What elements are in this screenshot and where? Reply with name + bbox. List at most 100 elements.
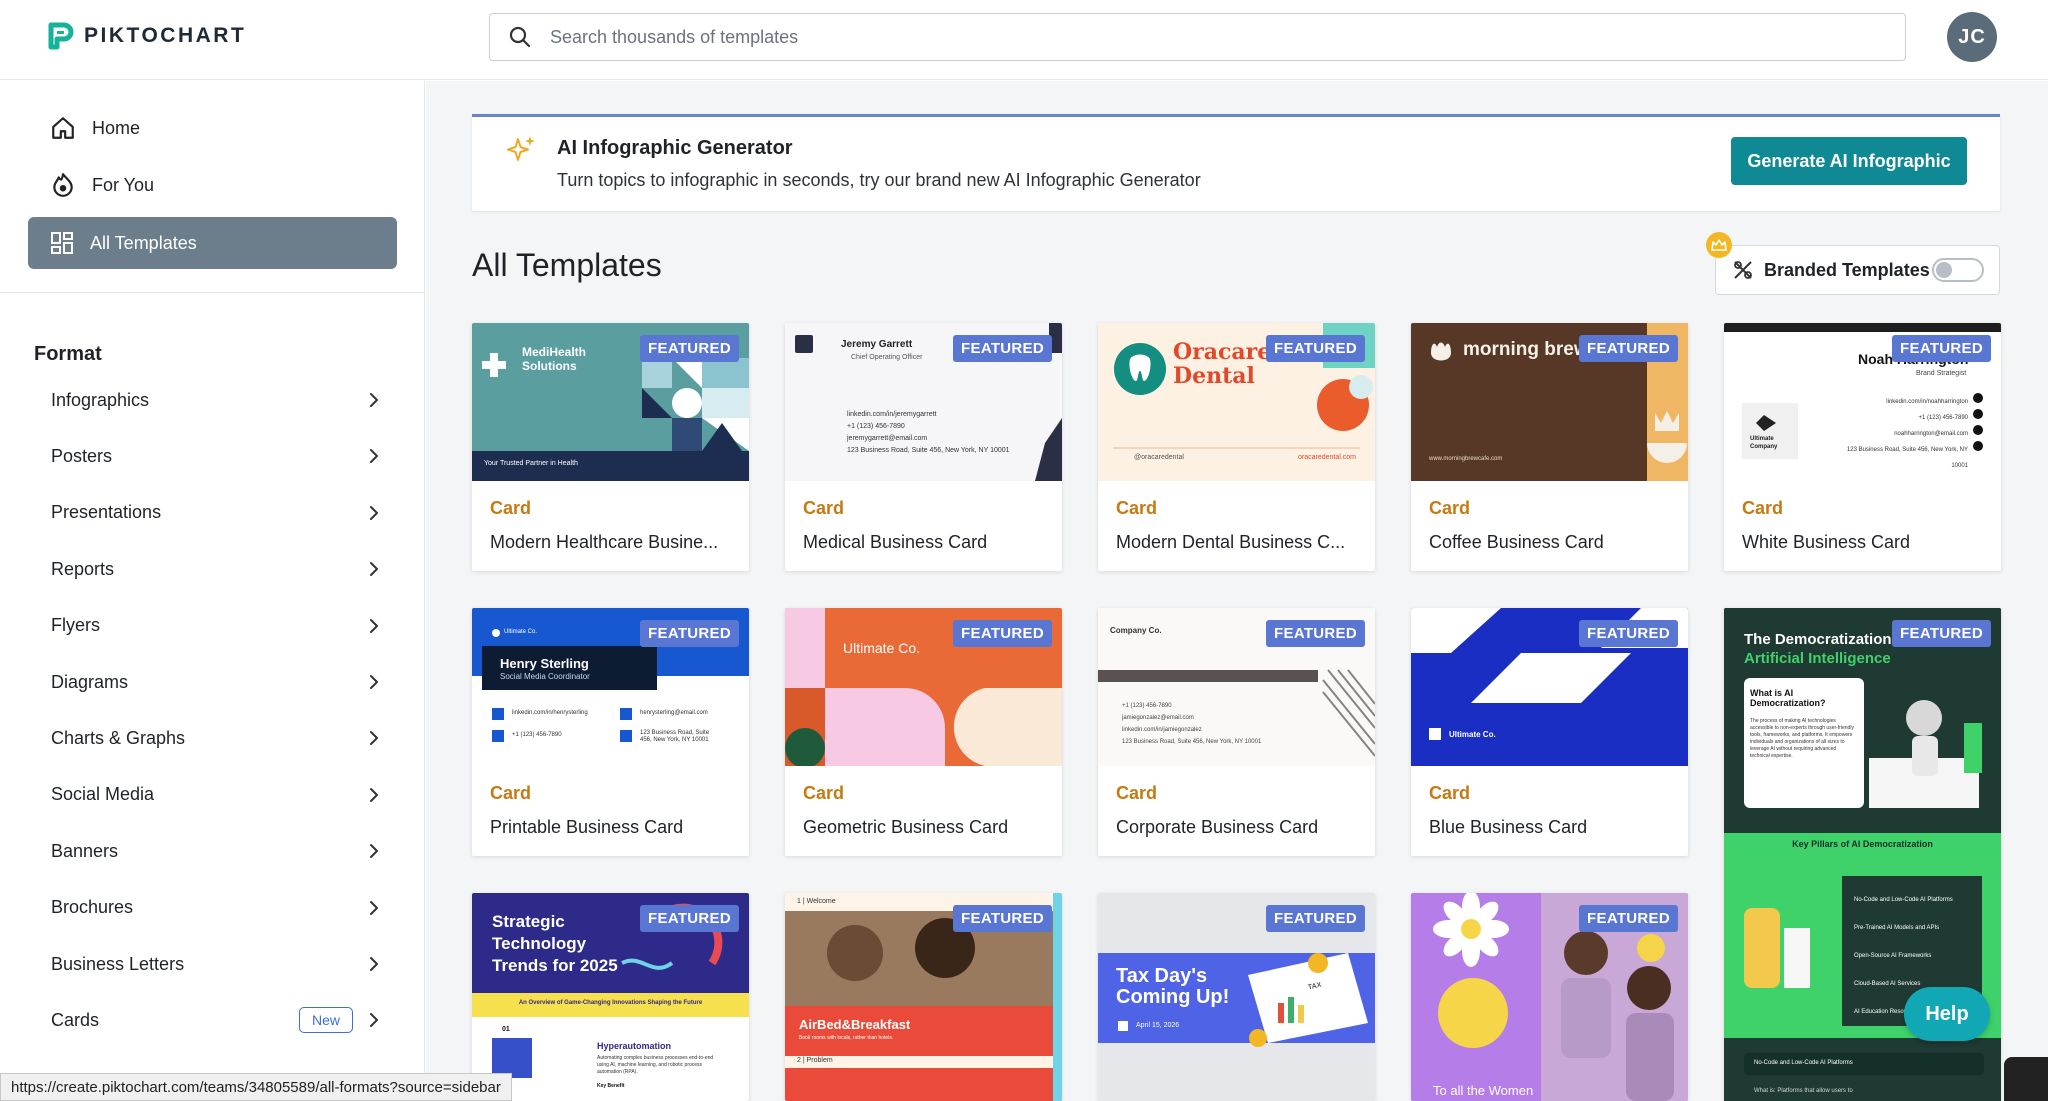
branded-toggle-switch[interactable]: [1932, 258, 1984, 282]
format-item-diagrams[interactable]: Diagrams: [51, 662, 381, 702]
thumbnail-section: What is: Platforms that allow users to: [1754, 1088, 1853, 1094]
template-thumbnail: Ultimate Co. Henry Sterling Social Media…: [472, 608, 749, 766]
search-input[interactable]: [550, 15, 1905, 59]
template-card[interactable]: Ultimate Co. FEATURED Card Blue Business…: [1411, 608, 1688, 856]
template-card[interactable]: Jeremy Garrett Chief Operating Officer l…: [785, 323, 1062, 571]
thumbnail-site: www.morningbrewcafe.com: [1429, 456, 1503, 462]
thumbnail-line: linkedin.com/in/jamiegonzalez: [1122, 727, 1202, 733]
format-item-label: Charts & Graphs: [51, 727, 186, 748]
format-item-charts-graphs[interactable]: Charts & Graphs: [51, 718, 381, 758]
format-item-brochures[interactable]: Brochures: [51, 888, 381, 928]
sidebar-divider: [0, 292, 424, 293]
template-card[interactable]: Ultimate Co. Henry Sterling Social Media…: [472, 608, 749, 856]
template-category: Card: [1429, 498, 1471, 518]
template-category: Card: [803, 783, 845, 803]
template-card[interactable]: morning brew café www.morningbrewcafe.co…: [1411, 323, 1688, 571]
template-name: Printable Business Card: [490, 817, 684, 837]
sidebar-item-all-templates[interactable]: All Templates: [28, 217, 397, 269]
template-card[interactable]: Strategic Technology Trends for 2025 An …: [472, 893, 749, 1101]
user-avatar[interactable]: JC: [1947, 12, 1997, 62]
thumbnail-more: Key Benefit: [597, 1083, 625, 1089]
thumbnail-line: +1 (123) 456-7890: [847, 423, 905, 430]
template-name: Blue Business Card: [1429, 817, 1588, 837]
thumbnail-org-name: Ultimate Co.: [1449, 730, 1496, 739]
format-item-right: [367, 786, 381, 804]
featured-badge: FEATURED: [1266, 620, 1365, 647]
template-name: White Business Card: [1742, 532, 1911, 552]
featured-badge: FEATURED: [953, 335, 1052, 362]
chevron-right-icon: [370, 618, 378, 633]
template-card[interactable]: Oracare Dental @oracaredental oracareden…: [1098, 323, 1375, 571]
format-item-business-letters[interactable]: Business Letters: [51, 944, 381, 984]
thumbnail-brand: AirBed&Breakfast: [799, 1017, 911, 1032]
brand-name: PIKTOCHART: [84, 24, 247, 47]
template-thumbnail: To all the Women FEATURED: [1411, 893, 1688, 1101]
chevron-right-icon: [370, 957, 378, 971]
format-item-label: Cards: [51, 1009, 100, 1030]
thumbnail-number: 01: [502, 1026, 510, 1033]
featured-badge: FEATURED: [640, 335, 739, 362]
template-name: Corporate Business Card: [1116, 817, 1319, 837]
thumbnail-title: Strategic Technology Trends for 2025: [492, 912, 618, 975]
thumbnail-line: linkedin.com/in/henrysterling: [512, 710, 588, 716]
thumbnail-org-name: MediHealth Solutions: [522, 345, 587, 373]
thumbnail-handle: @oracaredental: [1134, 454, 1184, 461]
thumbnail-tagline: Your Trusted Partner in Health: [484, 460, 578, 467]
template-thumbnail: Ultimate Co. FEATURED: [785, 608, 1062, 766]
chevron-right-icon: [370, 1013, 378, 1028]
thumbnail-section: No-Code and Low-Code AI Platforms: [1754, 1060, 1853, 1066]
grid-icon: [51, 232, 73, 254]
format-item-label: Business Letters: [51, 953, 185, 974]
format-item-right: [367, 560, 381, 578]
format-item-reports[interactable]: Reports: [51, 549, 381, 589]
format-item-right: [367, 842, 381, 860]
template-card[interactable]: MediHealth Solutions Your Trusted Partne…: [472, 323, 749, 571]
piktochart-logo[interactable]: PIKTOCHART: [48, 22, 246, 50]
format-item-label: Brochures: [51, 897, 134, 918]
corner-widget[interactable]: [2004, 1057, 2048, 1101]
search-icon: [490, 14, 550, 60]
featured-badge: FEATURED: [1892, 620, 1991, 647]
template-card[interactable]: 1 | Welcome AirBed&Breakfast Book rooms …: [785, 893, 1062, 1101]
format-item-posters[interactable]: Posters: [51, 436, 381, 476]
chevron-right-icon: [370, 505, 378, 520]
template-card[interactable]: Company Co. +1 (123) 456-7890 jamiegonza…: [1098, 608, 1375, 856]
status-bar-url: https://create.piktochart.com/teams/3480…: [0, 1073, 512, 1101]
featured-badge: FEATURED: [1579, 620, 1678, 647]
format-item-cards[interactable]: Cards New: [51, 1000, 381, 1040]
format-item-presentations[interactable]: Presentations: [51, 493, 381, 533]
generate-ai-infographic-button[interactable]: Generate AI Infographic: [1731, 137, 1967, 185]
thumbnail-site: oracaredental.com: [1298, 454, 1356, 461]
thumbnail-next: 2 | Problem: [797, 1057, 833, 1064]
template-card[interactable]: Ultimate Co. FEATURED Card Geometric Bus…: [785, 608, 1062, 856]
featured-badge: FEATURED: [1266, 905, 1365, 932]
format-item-banners[interactable]: Banners: [51, 831, 381, 871]
template-category: Card: [1429, 783, 1471, 803]
format-item-social-media[interactable]: Social Media: [51, 775, 381, 815]
thumbnail-role: Brand Strategist: [1916, 370, 1967, 377]
sidebar-item-label: Home: [92, 117, 141, 138]
thumbnail-strip: An Overview of Game-Changing Innovations…: [518, 1000, 703, 1006]
top-bar: PIKTOCHART JC: [0, 0, 2048, 80]
ai-generator-banner: AI Infographic Generator Turn topics to …: [472, 114, 2000, 211]
thumbnail-pillars: Key Pillars of AI Democratization: [1792, 839, 1933, 849]
template-card[interactable]: Tax Day's Coming Up! April 15, 2026 TAX …: [1098, 893, 1375, 1101]
sidebar-item-home[interactable]: Home: [28, 102, 397, 154]
featured-badge: FEATURED: [1579, 335, 1678, 362]
format-item-infographics[interactable]: Infographics: [51, 380, 381, 420]
format-item-right: [367, 391, 381, 409]
sidebar-item-for-you[interactable]: For You: [28, 159, 397, 211]
template-card[interactable]: To all the Women FEATURED: [1411, 893, 1688, 1101]
thumbnail-line: linkedin.com/in/jeremygarrett: [847, 411, 937, 418]
template-card[interactable]: Noah Harrington Brand Strategist Ultimat…: [1724, 323, 2001, 571]
format-item-flyers[interactable]: Flyers: [51, 606, 381, 646]
thumbnail-org-name: Ultimate Co.: [843, 640, 921, 656]
template-name: Modern Healthcare Busine...: [490, 532, 719, 552]
search-bar[interactable]: [489, 13, 1906, 61]
help-button[interactable]: Help: [1904, 987, 1990, 1041]
format-item-label: Diagrams: [51, 671, 129, 692]
thumbnail-role: Social Media Coordinator: [500, 672, 590, 681]
template-category: Card: [1116, 498, 1158, 518]
sidebar-item-label: All Templates: [90, 232, 197, 253]
thumbnail-pillar: Open-Source AI Frameworks: [1854, 953, 1932, 959]
